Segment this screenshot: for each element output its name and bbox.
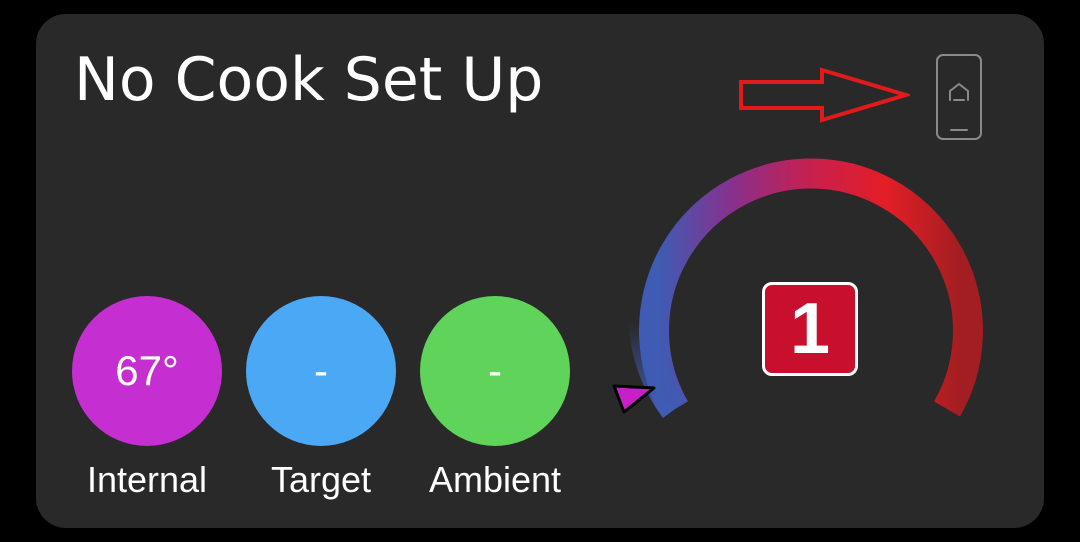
internal-temp-value: 67°	[115, 347, 179, 394]
ambient-temp-label: Ambient	[428, 459, 562, 500]
ambient-temp-value: -	[488, 347, 502, 394]
target-temp-circle[interactable]: -	[246, 296, 396, 446]
target-temp-value: -	[314, 347, 328, 394]
target-temp-label: Target	[270, 459, 372, 500]
card-title: No Cook Set Up	[74, 45, 544, 115]
ambient-temp-circle: -	[420, 296, 570, 446]
probe-status-button[interactable]	[936, 54, 982, 140]
internal-temp-label: Internal	[86, 459, 208, 500]
probe-home-icon	[949, 83, 969, 101]
gauge-pointer-icon	[612, 384, 656, 414]
probe-indicator-bar	[950, 129, 968, 131]
arrow-right-icon	[739, 67, 910, 123]
internal-temp-circle: 67°	[72, 296, 222, 446]
gauge-badge: 1	[762, 282, 858, 376]
